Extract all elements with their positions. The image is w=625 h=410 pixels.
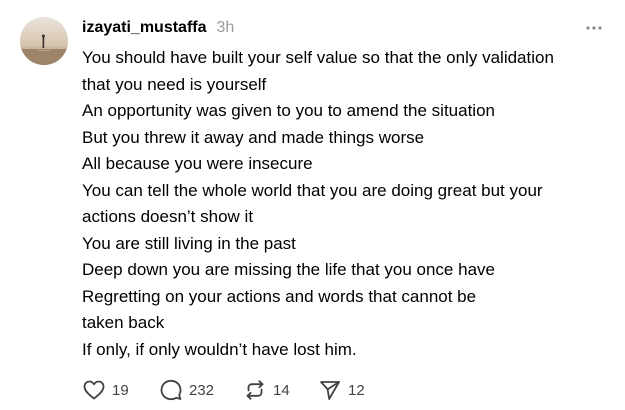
username[interactable]: izayati_mustaffa bbox=[82, 19, 207, 37]
more-horizontal-icon[interactable] bbox=[583, 20, 605, 36]
comment-icon bbox=[160, 379, 182, 401]
post-text-line: that you need is yourself bbox=[82, 74, 267, 94]
heart-icon bbox=[83, 380, 105, 400]
thread-post: izayati_mustaffa 3h You should have buil… bbox=[0, 0, 625, 410]
like-button[interactable]: 19 bbox=[82, 377, 129, 403]
post-text-line: If only, if only wouldn’t have lost him. bbox=[82, 339, 357, 359]
post-header: izayati_mustaffa 3h bbox=[82, 16, 234, 40]
share-count: 12 bbox=[348, 381, 365, 399]
post-text-line: An opportunity was given to you to amend… bbox=[82, 101, 495, 120]
repost-button[interactable]: 14 bbox=[243, 377, 290, 403]
send-icon bbox=[320, 381, 340, 400]
post-text-line: actions doesn’t show it bbox=[82, 207, 254, 226]
post-text-line: taken back bbox=[82, 313, 165, 332]
share-button[interactable]: 12 bbox=[318, 377, 365, 403]
repost-count: 14 bbox=[273, 381, 290, 399]
post-text-line: You should have built your self value so… bbox=[82, 48, 554, 67]
repost-icon bbox=[246, 380, 264, 400]
post-text-line: You are still living in the past bbox=[82, 233, 296, 253]
post-timestamp[interactable]: 3h bbox=[217, 19, 235, 37]
avatar[interactable] bbox=[20, 17, 68, 65]
reply-count: 232 bbox=[189, 381, 215, 399]
post-text-line: Deep down you are missing the life that … bbox=[82, 260, 495, 279]
reply-button[interactable]: 232 bbox=[159, 377, 214, 403]
post-text-line: Regretting on your actions and words tha… bbox=[82, 286, 477, 306]
avatar-image bbox=[20, 17, 68, 65]
like-count: 19 bbox=[112, 381, 129, 399]
post-text-line: You can tell the whole world that you ar… bbox=[82, 180, 543, 200]
post-text-line: But you threw it away and made things wo… bbox=[82, 127, 425, 147]
post-body: You should have built your self value so… bbox=[82, 45, 610, 363]
post-text-line: All because you were insecure bbox=[82, 154, 313, 173]
